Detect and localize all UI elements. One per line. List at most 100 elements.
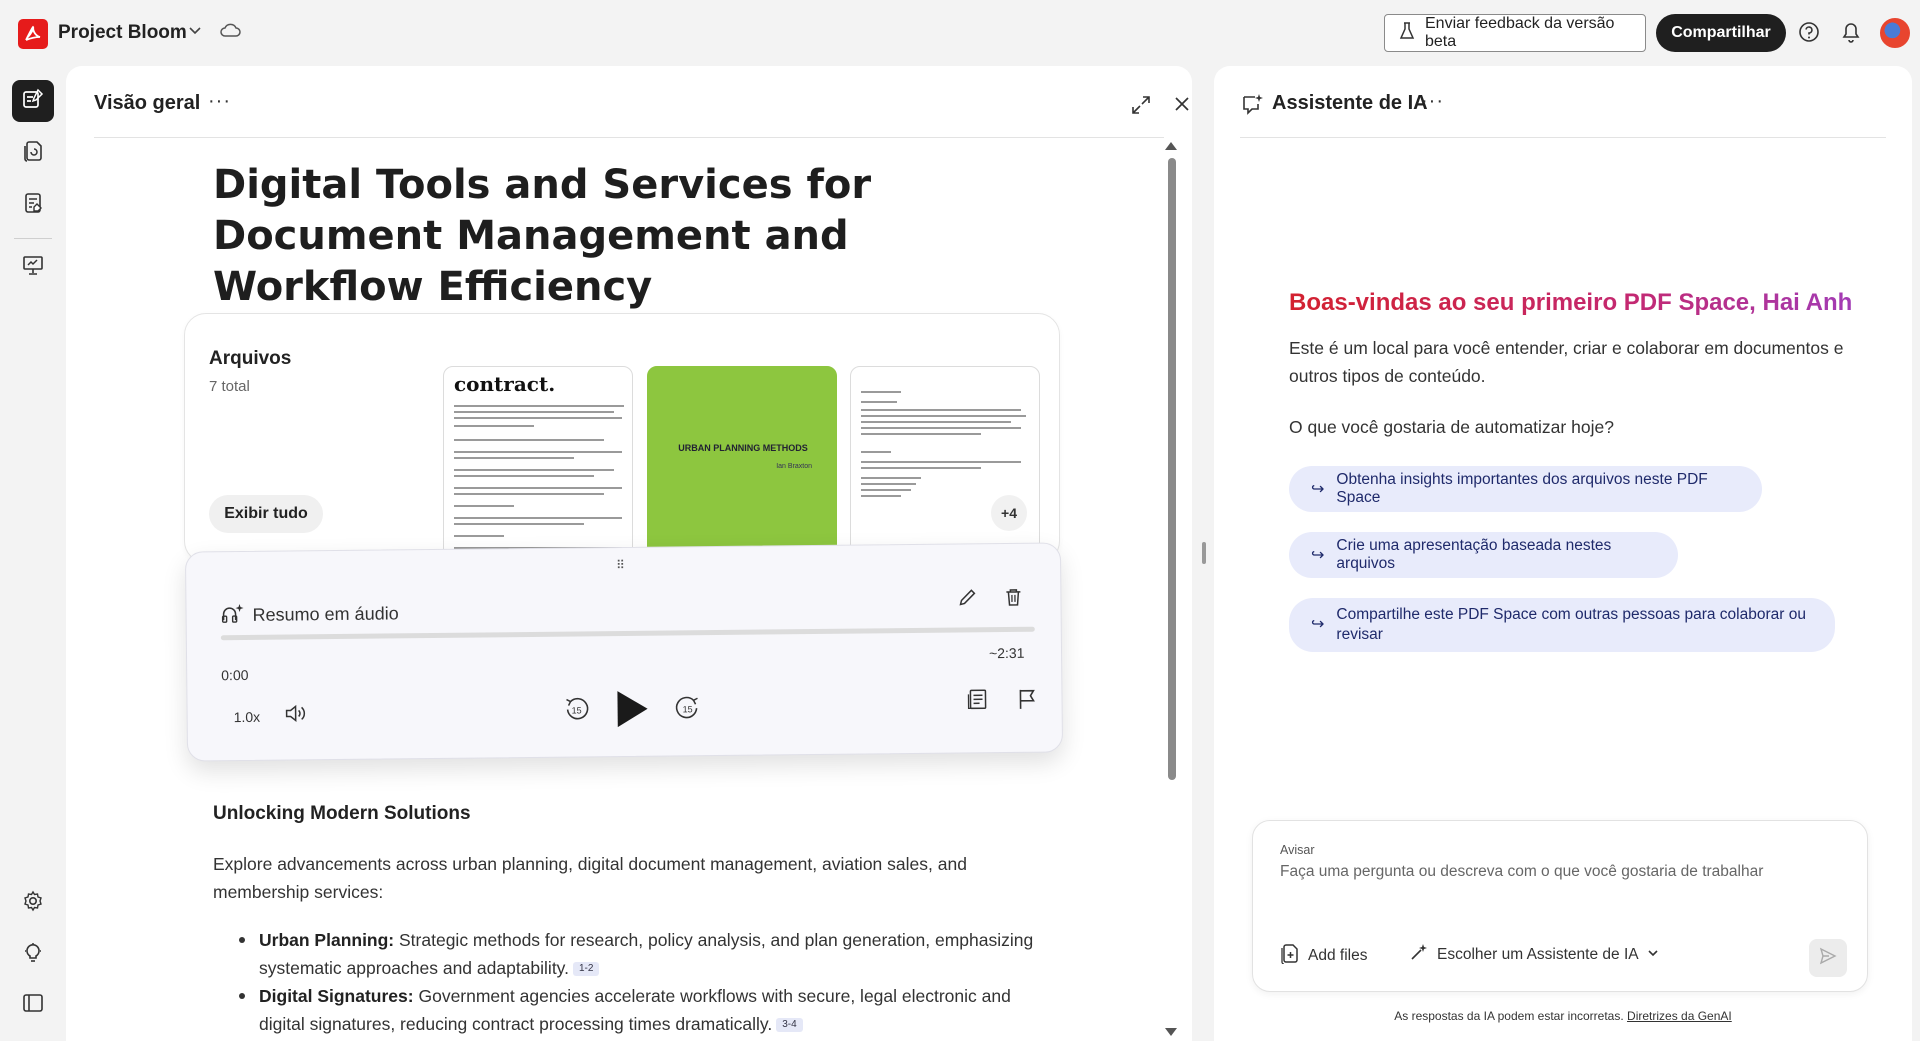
share-button[interactable]: Compartilhar — [1656, 14, 1786, 52]
more-files-badge[interactable]: +4 — [991, 495, 1027, 531]
rail-panel-toggle-button[interactable] — [12, 984, 54, 1026]
summary-bullet-list: Urban Planning: Strategic methods for re… — [239, 926, 1059, 1038]
file-thumbnail-document[interactable] — [850, 366, 1040, 564]
thumbnail-title: URBAN PLANNING METHODS — [678, 443, 808, 453]
ai-disclaimer: As respostas da IA podem estar incorreta… — [1214, 1009, 1912, 1023]
transcript-icon[interactable] — [965, 687, 989, 716]
notes-icon — [21, 191, 45, 220]
send-button[interactable] — [1809, 939, 1847, 977]
panel-resize-handle[interactable] — [1202, 542, 1206, 564]
close-icon[interactable] — [1172, 94, 1192, 119]
drag-handle-icon[interactable]: ⠿ — [616, 558, 624, 572]
scroll-up-arrow-icon[interactable] — [1165, 142, 1177, 150]
ai-assistant-panel: Assistente de IA ··· Boas-vindas ao seu … — [1214, 66, 1912, 1041]
edit-icon[interactable] — [956, 586, 978, 613]
ai-assistant-icon — [1240, 92, 1264, 121]
reply-arrow-icon: ↪ — [1311, 481, 1325, 498]
rewind-15-icon[interactable]: 15 — [562, 695, 590, 728]
document-title: Digital Tools and Services for Document … — [213, 162, 872, 310]
send-feedback-button[interactable]: Enviar feedback da versão beta — [1384, 14, 1646, 52]
audio-summary-card: ⠿ Resumo em áudio 0:00 ~2:31 1.0x 15 15 — [184, 542, 1064, 762]
overview-more-button[interactable]: ··· — [208, 90, 231, 113]
files-count: 7 total — [209, 378, 250, 395]
audio-duration: ~2:31 — [988, 644, 1025, 662]
prompt-label: Avisar — [1280, 843, 1315, 857]
overview-header: Visão geral ··· — [94, 88, 1189, 138]
rail-tips-button[interactable] — [12, 934, 54, 976]
assistant-title: Assistente de IA — [1272, 92, 1428, 114]
rail-presentation-button[interactable] — [12, 246, 54, 288]
audio-current-time: 0:00 — [221, 666, 249, 684]
bullet-term: Digital Signatures: — [259, 986, 414, 1006]
reply-arrow-icon: ↪ — [1311, 616, 1325, 633]
suggestion-presentation-button[interactable]: ↪ Crie uma apresentação baseada nestes a… — [1289, 532, 1678, 578]
acrobat-logo-icon[interactable] — [18, 19, 48, 49]
bell-icon[interactable] — [1840, 20, 1862, 49]
rail-notes-button[interactable] — [12, 184, 54, 226]
welcome-question: O que você gostaria de automatizar hoje? — [1289, 417, 1614, 437]
expand-icon[interactable] — [1130, 94, 1152, 121]
trash-icon[interactable] — [1002, 586, 1024, 613]
playback-speed-button[interactable]: 1.0x — [234, 709, 261, 725]
volume-icon[interactable] — [284, 701, 310, 730]
top-bar: Project Bloom Enviar feedback da versão … — [0, 0, 1920, 66]
overview-title: Visão geral — [94, 92, 201, 114]
citation-badge[interactable]: 3-4 — [776, 1018, 803, 1033]
rail-overview-button[interactable] — [12, 80, 54, 122]
assistant-more-button[interactable]: ··· — [1421, 90, 1444, 113]
overview-panel: Visão geral ··· Digital Tools and Servic… — [66, 66, 1192, 1041]
show-all-button[interactable]: Exibir tudo — [209, 495, 323, 533]
chooser-label: Escolher um Assistente de IA — [1437, 945, 1639, 963]
files-label: Arquivos — [209, 348, 292, 369]
send-icon — [1819, 947, 1837, 970]
audio-sparkle-icon — [220, 602, 244, 629]
file-thumbnail-urban-planning[interactable]: URBAN PLANNING METHODS Ian Braxton — [647, 366, 837, 564]
rail-files-button[interactable] — [12, 132, 54, 174]
audio-summary-title: Resumo em áudio — [220, 600, 399, 629]
suggestion-label: Obtenha insights importantes dos arquivo… — [1336, 471, 1708, 506]
citation-badge[interactable]: 1-2 — [573, 962, 600, 977]
overview-icon — [21, 87, 45, 116]
chevron-down-icon[interactable] — [188, 24, 202, 43]
assistant-header: Assistente de IA ··· — [1240, 88, 1886, 138]
flag-icon[interactable] — [1015, 687, 1039, 716]
suggestion-label: Compartilhe este PDF Space com outras pe… — [1336, 606, 1806, 643]
choose-assistant-dropdown[interactable]: Escolher um Assistente de IA — [1409, 942, 1659, 967]
forward-15-icon[interactable]: 15 — [673, 694, 701, 727]
cloud-icon[interactable] — [219, 22, 241, 43]
play-button[interactable] — [611, 688, 651, 735]
thumbnail-author: Ian Braxton — [776, 463, 812, 470]
avatar[interactable] — [1880, 18, 1910, 48]
add-files-label: Add files — [1308, 946, 1368, 964]
lightbulb-icon — [21, 941, 45, 970]
audio-progress-bar[interactable] — [220, 626, 1035, 641]
left-rail — [0, 66, 66, 1041]
prompt-input[interactable] — [1280, 863, 1840, 881]
help-icon[interactable] — [1798, 21, 1820, 48]
files-icon — [21, 139, 45, 168]
app-title[interactable]: Project Bloom — [58, 22, 187, 44]
panel-toggle-icon — [21, 991, 45, 1020]
rail-settings-button[interactable] — [12, 882, 54, 924]
list-item: Digital Signatures: Government agencies … — [239, 982, 1059, 1038]
suggestion-label: Crie uma apresentação baseada nestes arq… — [1336, 537, 1612, 572]
add-file-icon — [1280, 942, 1300, 969]
section-heading: Unlocking Modern Solutions — [213, 803, 471, 824]
list-item: Urban Planning: Strategic methods for re… — [239, 926, 1059, 982]
forward-seconds-label: 15 — [683, 704, 693, 714]
files-card: Arquivos 7 total Exibir tudo contract. U… — [184, 313, 1060, 564]
prompt-box: Avisar Add files Escolher um Assistente … — [1252, 820, 1868, 992]
intro-paragraph: Explore advancements across urban planni… — [213, 854, 967, 902]
welcome-title: Boas-vindas ao seu primeiro PDF Space, H… — [1289, 289, 1853, 316]
reply-arrow-icon: ↪ — [1311, 547, 1325, 564]
genai-guidelines-link[interactable]: Diretrizes da GenAI — [1627, 1009, 1732, 1023]
add-files-button[interactable]: Add files — [1280, 942, 1367, 969]
file-thumbnail-contract[interactable]: contract. — [443, 366, 633, 564]
welcome-description: Este é um local para você entender, cria… — [1289, 338, 1844, 386]
suggestion-share-button[interactable]: ↪ Compartilhe este PDF Space com outras … — [1289, 598, 1835, 652]
scrollbar-thumb[interactable] — [1168, 158, 1176, 780]
feedback-label: Enviar feedback da versão beta — [1425, 15, 1615, 50]
scroll-down-arrow-icon[interactable] — [1165, 1028, 1177, 1036]
magic-wand-icon — [1409, 942, 1429, 967]
suggestion-insights-button[interactable]: ↪ Obtenha insights importantes dos arqui… — [1289, 466, 1762, 512]
